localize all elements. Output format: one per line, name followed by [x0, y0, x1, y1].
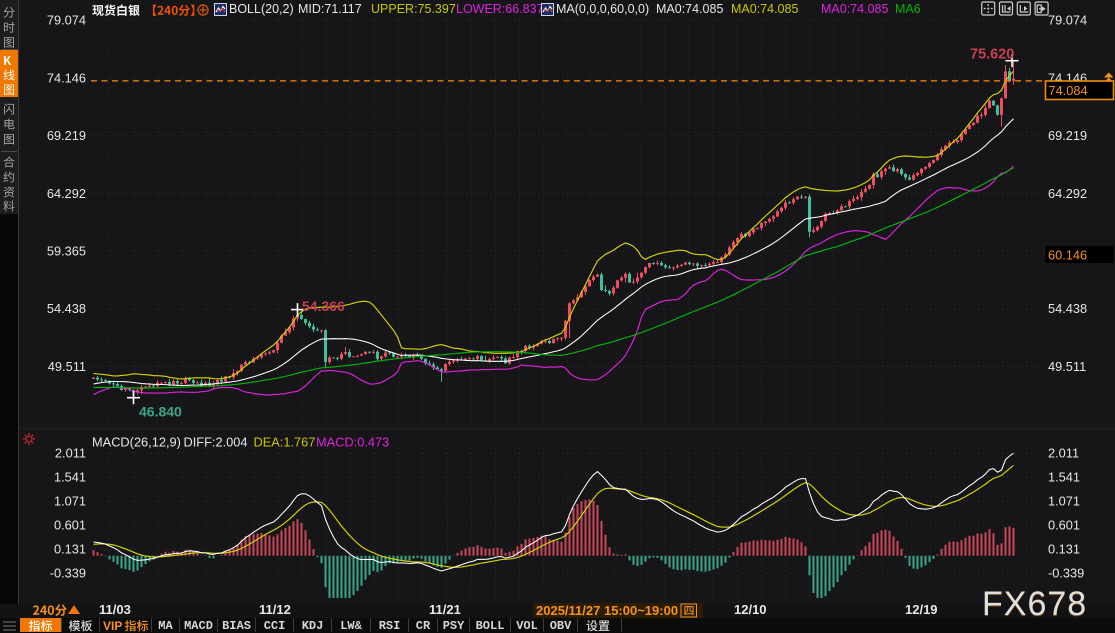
- svg-text:60.146: 60.146: [1048, 248, 1087, 263]
- svg-text:64.292: 64.292: [1048, 186, 1087, 201]
- svg-text:DIFF:2.004: DIFF:2.004: [184, 434, 248, 449]
- svg-text:59.365: 59.365: [47, 244, 86, 259]
- svg-text:46.840: 46.840: [139, 404, 182, 420]
- svg-text:DEA:1.767: DEA:1.767: [254, 434, 316, 449]
- svg-text:0.131: 0.131: [1048, 542, 1080, 557]
- svg-text:49.511: 49.511: [1048, 359, 1086, 374]
- svg-text:-0.339: -0.339: [50, 566, 86, 581]
- svg-text:0.601: 0.601: [1048, 518, 1080, 533]
- svg-text:0.131: 0.131: [54, 542, 86, 557]
- svg-text:0.601: 0.601: [54, 518, 86, 533]
- svg-text:69.219: 69.219: [47, 128, 86, 143]
- svg-text:2.011: 2.011: [1048, 446, 1079, 461]
- svg-text:54.366: 54.366: [302, 298, 345, 314]
- svg-text:2.011: 2.011: [55, 446, 86, 461]
- svg-text:MACD:0.473: MACD:0.473: [316, 434, 389, 449]
- svg-text:49.511: 49.511: [48, 359, 86, 374]
- svg-text:74.146: 74.146: [47, 70, 86, 85]
- svg-text:1.541: 1.541: [1048, 470, 1080, 485]
- svg-text:69.219: 69.219: [1048, 128, 1087, 143]
- svg-text:1.541: 1.541: [54, 470, 86, 485]
- svg-text:75.620: 75.620: [970, 47, 1014, 63]
- svg-text:54.438: 54.438: [1048, 301, 1087, 316]
- svg-text:74.084: 74.084: [1049, 83, 1088, 98]
- svg-text:VIP: VIP: [103, 619, 122, 633]
- svg-text:54.438: 54.438: [47, 301, 86, 316]
- svg-text:64.292: 64.292: [47, 186, 86, 201]
- svg-text:1.071: 1.071: [54, 494, 86, 509]
- svg-text:1.071: 1.071: [1048, 494, 1080, 509]
- svg-text:-0.339: -0.339: [1048, 566, 1084, 581]
- svg-text:MACD(26,12,9): MACD(26,12,9): [92, 434, 181, 449]
